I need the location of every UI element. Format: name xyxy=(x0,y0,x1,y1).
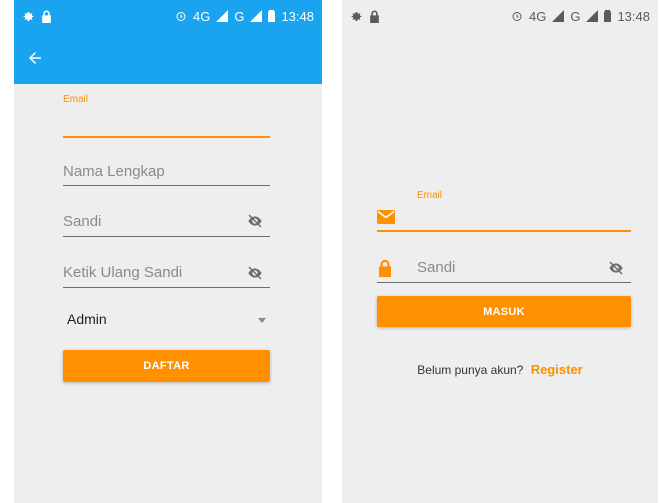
back-arrow-icon[interactable] xyxy=(26,49,44,67)
email-icon xyxy=(377,210,395,229)
visibility-off-icon[interactable] xyxy=(607,260,625,281)
email-field[interactable]: Email xyxy=(377,190,631,232)
password-underline xyxy=(377,282,631,283)
lock-icon xyxy=(41,10,52,23)
signal-4g-icon xyxy=(216,10,229,22)
login-screen: 4G G 13:48 Email Sandi MASUK Belum punya… xyxy=(342,0,658,503)
full-name-hint: Nama Lengkap xyxy=(63,163,165,180)
password-field[interactable]: Sandi xyxy=(63,208,270,237)
settings-icon xyxy=(22,10,35,23)
repeat-password-underline xyxy=(63,287,270,288)
email-underline xyxy=(377,230,631,232)
password-hint: Sandi xyxy=(63,213,102,230)
role-dropdown[interactable]: Admin xyxy=(63,306,270,332)
password-field[interactable]: Sandi xyxy=(377,254,631,283)
status-time: 13:48 xyxy=(281,8,314,24)
network-g-label: G xyxy=(234,8,245,24)
password-underline xyxy=(63,236,270,237)
no-account-text: Belum punya akun? xyxy=(417,363,524,377)
register-screen: 4G G 13:48 Email Nama Lengkap Sandi Keti… xyxy=(14,0,322,503)
register-prompt: Belum punya akun? Register xyxy=(342,362,658,377)
network-4g-label: 4G xyxy=(528,8,547,24)
signal-g-icon xyxy=(250,10,263,22)
status-time: 13:48 xyxy=(617,8,650,24)
register-link[interactable]: Register xyxy=(531,362,583,377)
register-button[interactable]: DAFTAR xyxy=(63,350,270,382)
battery-icon xyxy=(268,10,276,22)
role-selected-value: Admin xyxy=(67,311,107,327)
repeat-password-hint: Ketik Ulang Sandi xyxy=(63,264,183,281)
app-bar xyxy=(14,32,322,84)
email-label: Email xyxy=(63,94,89,105)
signal-g-icon xyxy=(586,10,599,22)
battery-icon xyxy=(604,10,612,22)
network-g-label: G xyxy=(570,8,581,24)
settings-icon xyxy=(350,10,363,23)
status-bar: 4G G 13:48 xyxy=(14,0,322,32)
visibility-off-icon[interactable] xyxy=(246,213,264,234)
lock-icon xyxy=(369,10,380,23)
network-4g-label: 4G xyxy=(192,8,211,24)
email-field[interactable]: Email xyxy=(63,94,270,138)
full-name-underline xyxy=(63,185,270,186)
password-hint: Sandi xyxy=(417,259,456,276)
login-button[interactable]: MASUK xyxy=(377,296,631,327)
full-name-field[interactable]: Nama Lengkap xyxy=(63,158,270,186)
dropdown-arrow-icon xyxy=(258,318,266,323)
email-label: Email xyxy=(417,190,443,201)
alarm-icon xyxy=(175,10,187,22)
repeat-password-field[interactable]: Ketik Ulang Sandi xyxy=(63,259,270,288)
status-bar: 4G G 13:48 xyxy=(342,0,658,32)
lock-icon xyxy=(377,259,393,282)
alarm-icon xyxy=(511,10,523,22)
email-underline xyxy=(63,136,270,138)
visibility-off-icon[interactable] xyxy=(246,265,264,286)
signal-4g-icon xyxy=(552,10,565,22)
